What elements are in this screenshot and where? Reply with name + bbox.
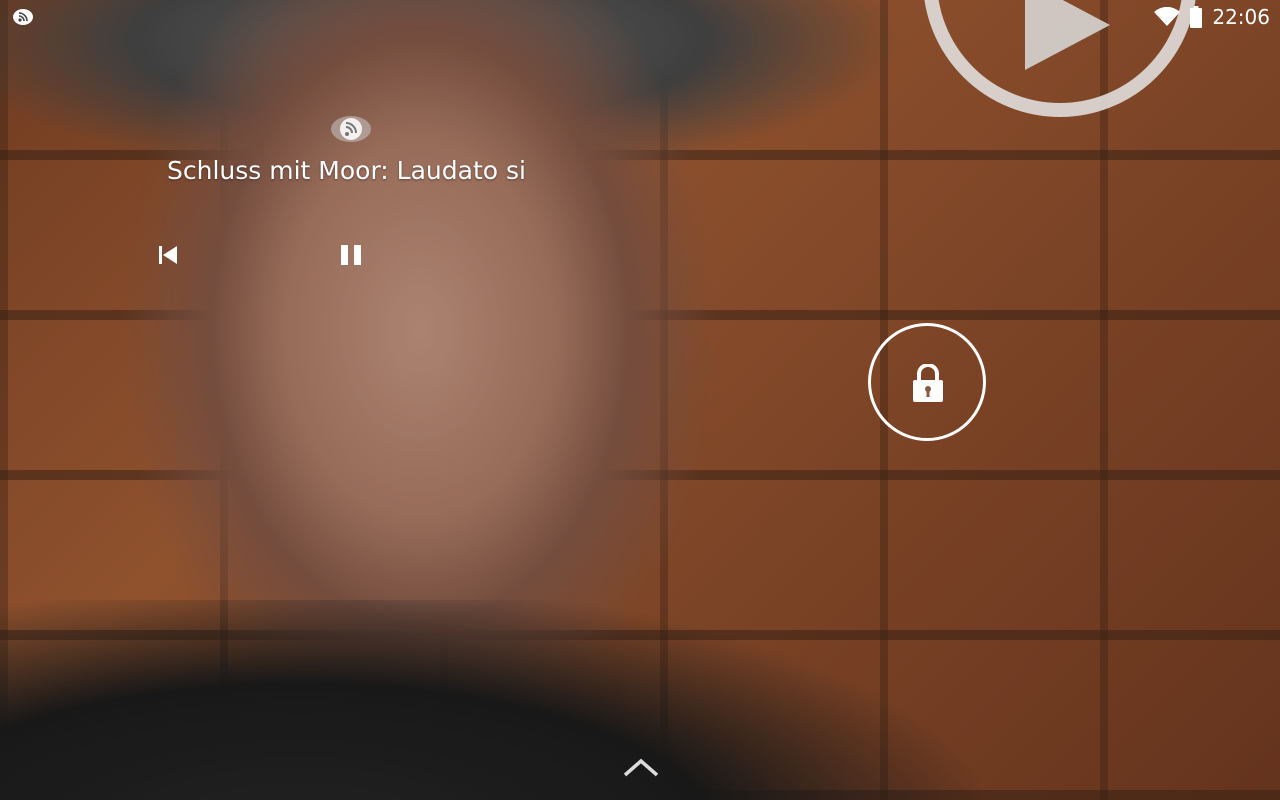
clock: 22:06 <box>1212 5 1270 29</box>
chevron-up-icon[interactable] <box>622 756 660 780</box>
status-bar: 22:06 <box>0 0 1280 34</box>
cast-notification-icon <box>13 9 33 25</box>
skip-previous-button[interactable] <box>148 235 188 275</box>
podcast-cast-icon <box>331 116 371 142</box>
track-title: Schluss mit Moor: Laudato si <box>167 156 526 185</box>
pause-icon <box>341 245 361 265</box>
status-icons: 22:06 <box>1154 4 1270 30</box>
battery-icon <box>1190 6 1203 28</box>
skip-previous-icon <box>159 246 177 264</box>
pause-button[interactable] <box>331 235 371 275</box>
lockscreen-scrim <box>0 0 1280 800</box>
lock-button[interactable] <box>868 323 986 441</box>
lock-icon <box>913 364 943 402</box>
wifi-icon <box>1154 7 1181 26</box>
